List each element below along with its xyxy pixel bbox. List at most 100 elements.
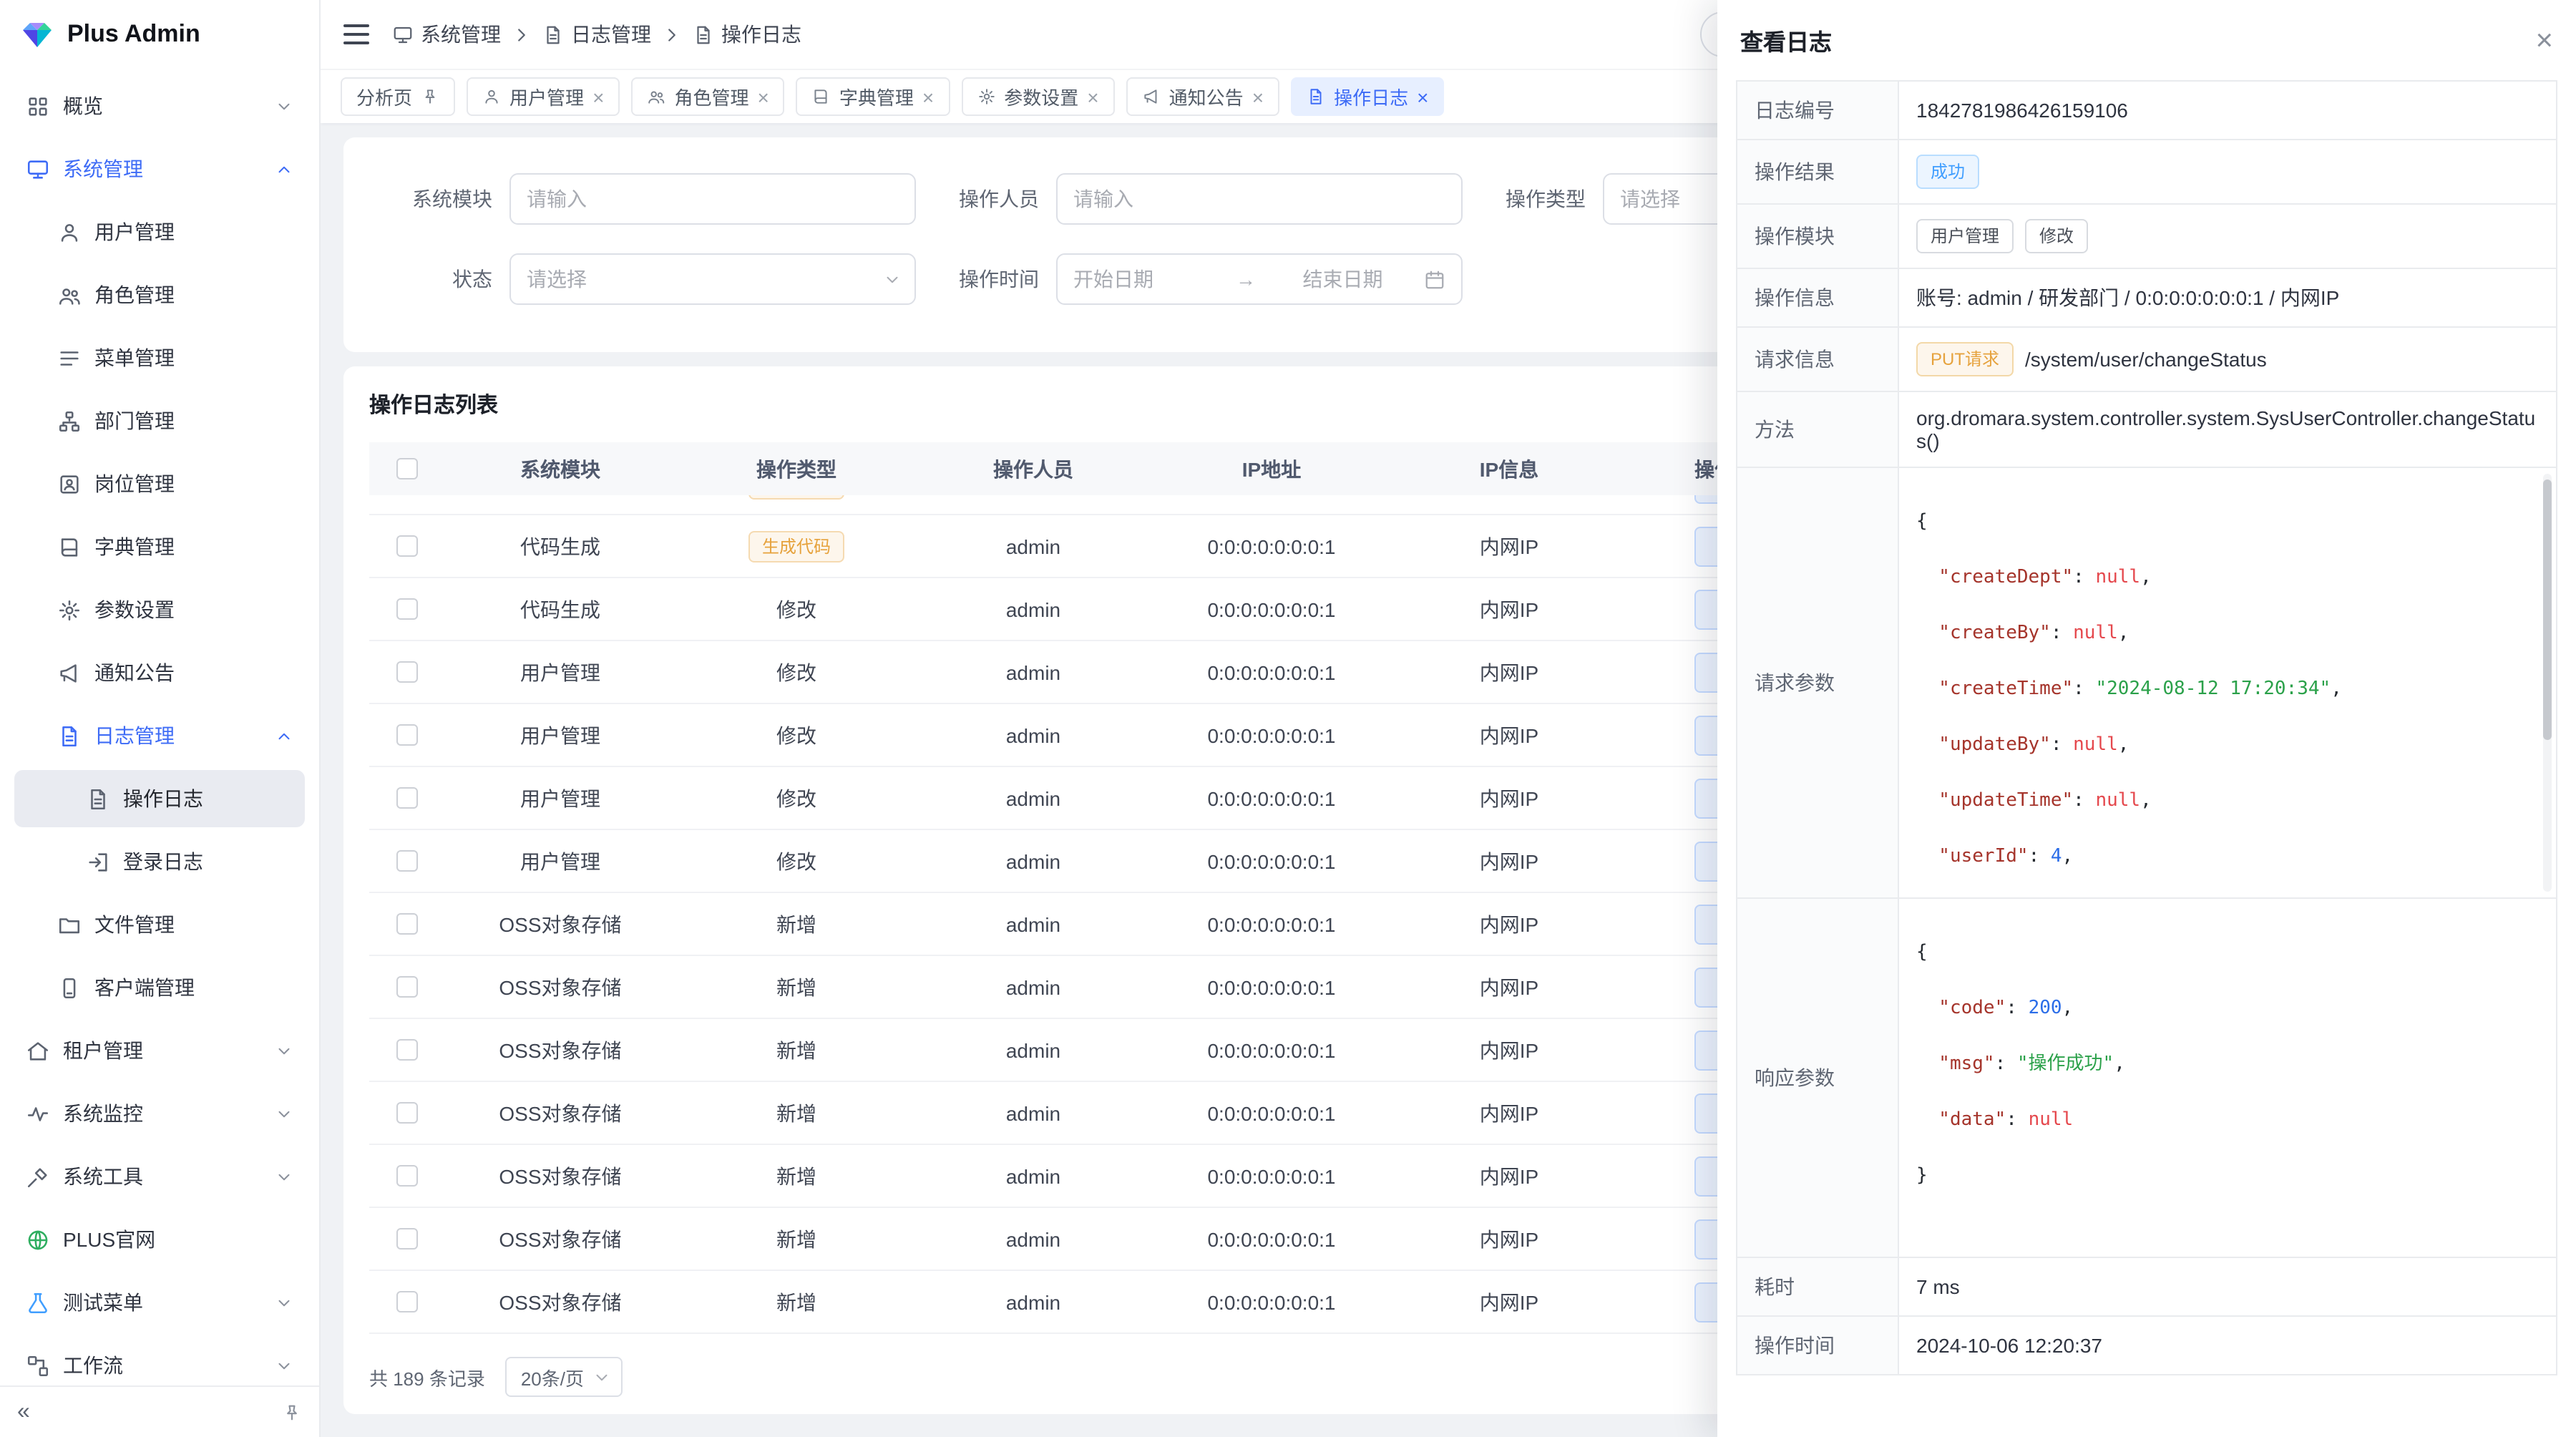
list-icon	[57, 346, 82, 370]
filter-system-module: 系统模块	[369, 173, 916, 225]
sidebar-item-dict-management[interactable]: 字典管理	[14, 518, 305, 575]
home-icon	[26, 1038, 50, 1063]
scrollbar-thumb[interactable]	[2543, 479, 2552, 740]
pin-icon[interactable]	[421, 87, 439, 106]
status-badge: 成功	[1916, 155, 1979, 189]
tab-role-management[interactable]: 角色管理 ×	[631, 77, 784, 116]
breadcrumb-item[interactable]: 操作日志	[693, 20, 801, 49]
tab-operation-log[interactable]: 操作日志 ×	[1291, 77, 1444, 116]
app-root: Plus Admin 概览 系统管理 用户管理 角色管理	[0, 0, 2576, 1437]
filter-operator: 操作人员	[916, 173, 1463, 225]
breadcrumb: 系统管理 日志管理 操作日志	[392, 20, 801, 49]
tab-user-management[interactable]: 用户管理 ×	[467, 77, 620, 116]
user-icon	[482, 87, 501, 106]
sidebar-item-menu-management[interactable]: 菜单管理	[14, 329, 305, 386]
tab-analysis-page[interactable]: 分析页	[341, 77, 455, 116]
tab-notice[interactable]: 通知公告 ×	[1126, 77, 1279, 116]
gear-icon	[977, 87, 995, 106]
sidebar-item-dept-management[interactable]: 部门管理	[14, 392, 305, 449]
chevron-down-icon	[275, 1167, 293, 1186]
row-checkbox[interactable]	[396, 724, 417, 746]
close-icon[interactable]: ×	[1252, 87, 1264, 107]
megaphone-icon	[1142, 87, 1161, 106]
field-label: 系统模块	[369, 185, 492, 213]
sidebar-item-system-tools[interactable]: 系统工具	[14, 1148, 305, 1205]
tab-dict-management[interactable]: 字典管理 ×	[796, 77, 950, 116]
close-icon[interactable]: ×	[592, 87, 604, 107]
sidebar-collapse-button[interactable]: «	[17, 1399, 30, 1425]
arrow-right-separator: →	[1230, 268, 1262, 291]
close-icon[interactable]: ×	[1087, 87, 1098, 107]
field-label: 操作人员	[916, 185, 1039, 213]
sidebar-item-role-management[interactable]: 角色管理	[14, 266, 305, 323]
drawer-title: 查看日志	[1740, 23, 1832, 57]
select-all-checkbox[interactable]	[396, 458, 417, 479]
row-checkbox[interactable]	[396, 1291, 417, 1312]
book-icon	[57, 535, 82, 559]
breadcrumb-item[interactable]: 日志管理	[542, 20, 651, 49]
operator-input[interactable]	[1056, 173, 1463, 225]
close-icon[interactable]: ×	[2535, 25, 2553, 55]
row-checkbox[interactable]	[396, 1228, 417, 1250]
total-records: 共 189 条记录	[369, 1363, 485, 1390]
status-select[interactable]: 请选择	[509, 253, 916, 305]
sidebar-item-post-management[interactable]: 岗位管理	[14, 455, 305, 512]
column-header: 操作类型	[677, 454, 916, 483]
sidebar-item-login-log[interactable]: 登录日志	[14, 833, 305, 890]
chevron-down-icon	[275, 1293, 293, 1312]
sidebar-item-system-monitor[interactable]: 系统监控	[14, 1085, 305, 1142]
field-label: 操作类型	[1463, 185, 1586, 213]
sidebar-item-client-management[interactable]: 客户端管理	[14, 959, 305, 1016]
megaphone-icon	[57, 661, 82, 685]
row-checkbox[interactable]	[396, 535, 417, 557]
operation-type-tag: 新增	[776, 975, 816, 998]
request-url: /system/user/changeStatus	[2025, 348, 2267, 371]
tab-param-settings[interactable]: 参数设置 ×	[961, 77, 1114, 116]
row-checkbox[interactable]	[396, 850, 417, 872]
system-module-input-field[interactable]	[527, 187, 899, 210]
tools-icon	[26, 1164, 50, 1189]
monitor-icon	[26, 157, 50, 181]
chevron-right-icon	[661, 24, 683, 45]
system-module-input[interactable]	[509, 173, 916, 225]
tree-icon	[57, 409, 82, 433]
sidebar-item-tenant-management[interactable]: 租户管理	[14, 1022, 305, 1079]
row-checkbox[interactable]	[396, 787, 417, 809]
page-size-select[interactable]: 20条/页	[505, 1357, 623, 1397]
operation-type-tag: 生成代码	[749, 530, 844, 562]
row-checkbox[interactable]	[396, 1165, 417, 1187]
operation-time-daterange[interactable]: 开始日期 → 结束日期	[1056, 253, 1463, 305]
close-icon[interactable]: ×	[922, 87, 934, 107]
breadcrumb-item[interactable]: 系统管理	[392, 20, 501, 49]
log-detail-table: 日志编号 1842781986426159106 操作结果 成功 操作模块 用户…	[1736, 80, 2557, 1375]
operation-type-tag: 修改	[776, 724, 816, 746]
sidebar-item-log-management[interactable]: 日志管理	[14, 707, 305, 764]
sidebar-item-operation-log[interactable]: 操作日志	[14, 770, 305, 827]
close-icon[interactable]: ×	[757, 87, 769, 107]
row-checkbox[interactable]	[396, 976, 417, 998]
row-checkbox[interactable]	[396, 913, 417, 935]
sidebar-item-system-management[interactable]: 系统管理	[14, 140, 305, 198]
row-checkbox[interactable]	[396, 661, 417, 683]
request-params-json[interactable]: { "createDept": null, "createBy": null, …	[1916, 479, 2539, 886]
row-checkbox[interactable]	[396, 1102, 417, 1124]
pin-icon[interactable]	[282, 1402, 302, 1422]
folder-icon	[57, 912, 82, 937]
activity-icon	[26, 1101, 50, 1126]
hamburger-menu-icon[interactable]	[343, 24, 369, 44]
sidebar-item-file-management[interactable]: 文件管理	[14, 896, 305, 953]
row-checkbox[interactable]	[396, 1039, 417, 1061]
operator-input-field[interactable]	[1073, 187, 1445, 210]
user-icon	[57, 220, 82, 244]
close-icon[interactable]: ×	[1417, 87, 1428, 107]
sidebar-item-workflow[interactable]: 工作流	[14, 1337, 305, 1385]
sidebar-item-user-management[interactable]: 用户管理	[14, 203, 305, 260]
sidebar-item-plus-website[interactable]: PLUS官网	[14, 1211, 305, 1268]
sidebar-item-overview[interactable]: 概览	[14, 77, 305, 135]
column-header: IP信息	[1392, 454, 1626, 483]
sidebar-item-test-menu[interactable]: 测试菜单	[14, 1274, 305, 1331]
sidebar-item-notice[interactable]: 通知公告	[14, 644, 305, 701]
operation-type-tag: 修改	[776, 598, 816, 620]
row-checkbox[interactable]	[396, 598, 417, 620]
sidebar-item-param-settings[interactable]: 参数设置	[14, 581, 305, 638]
